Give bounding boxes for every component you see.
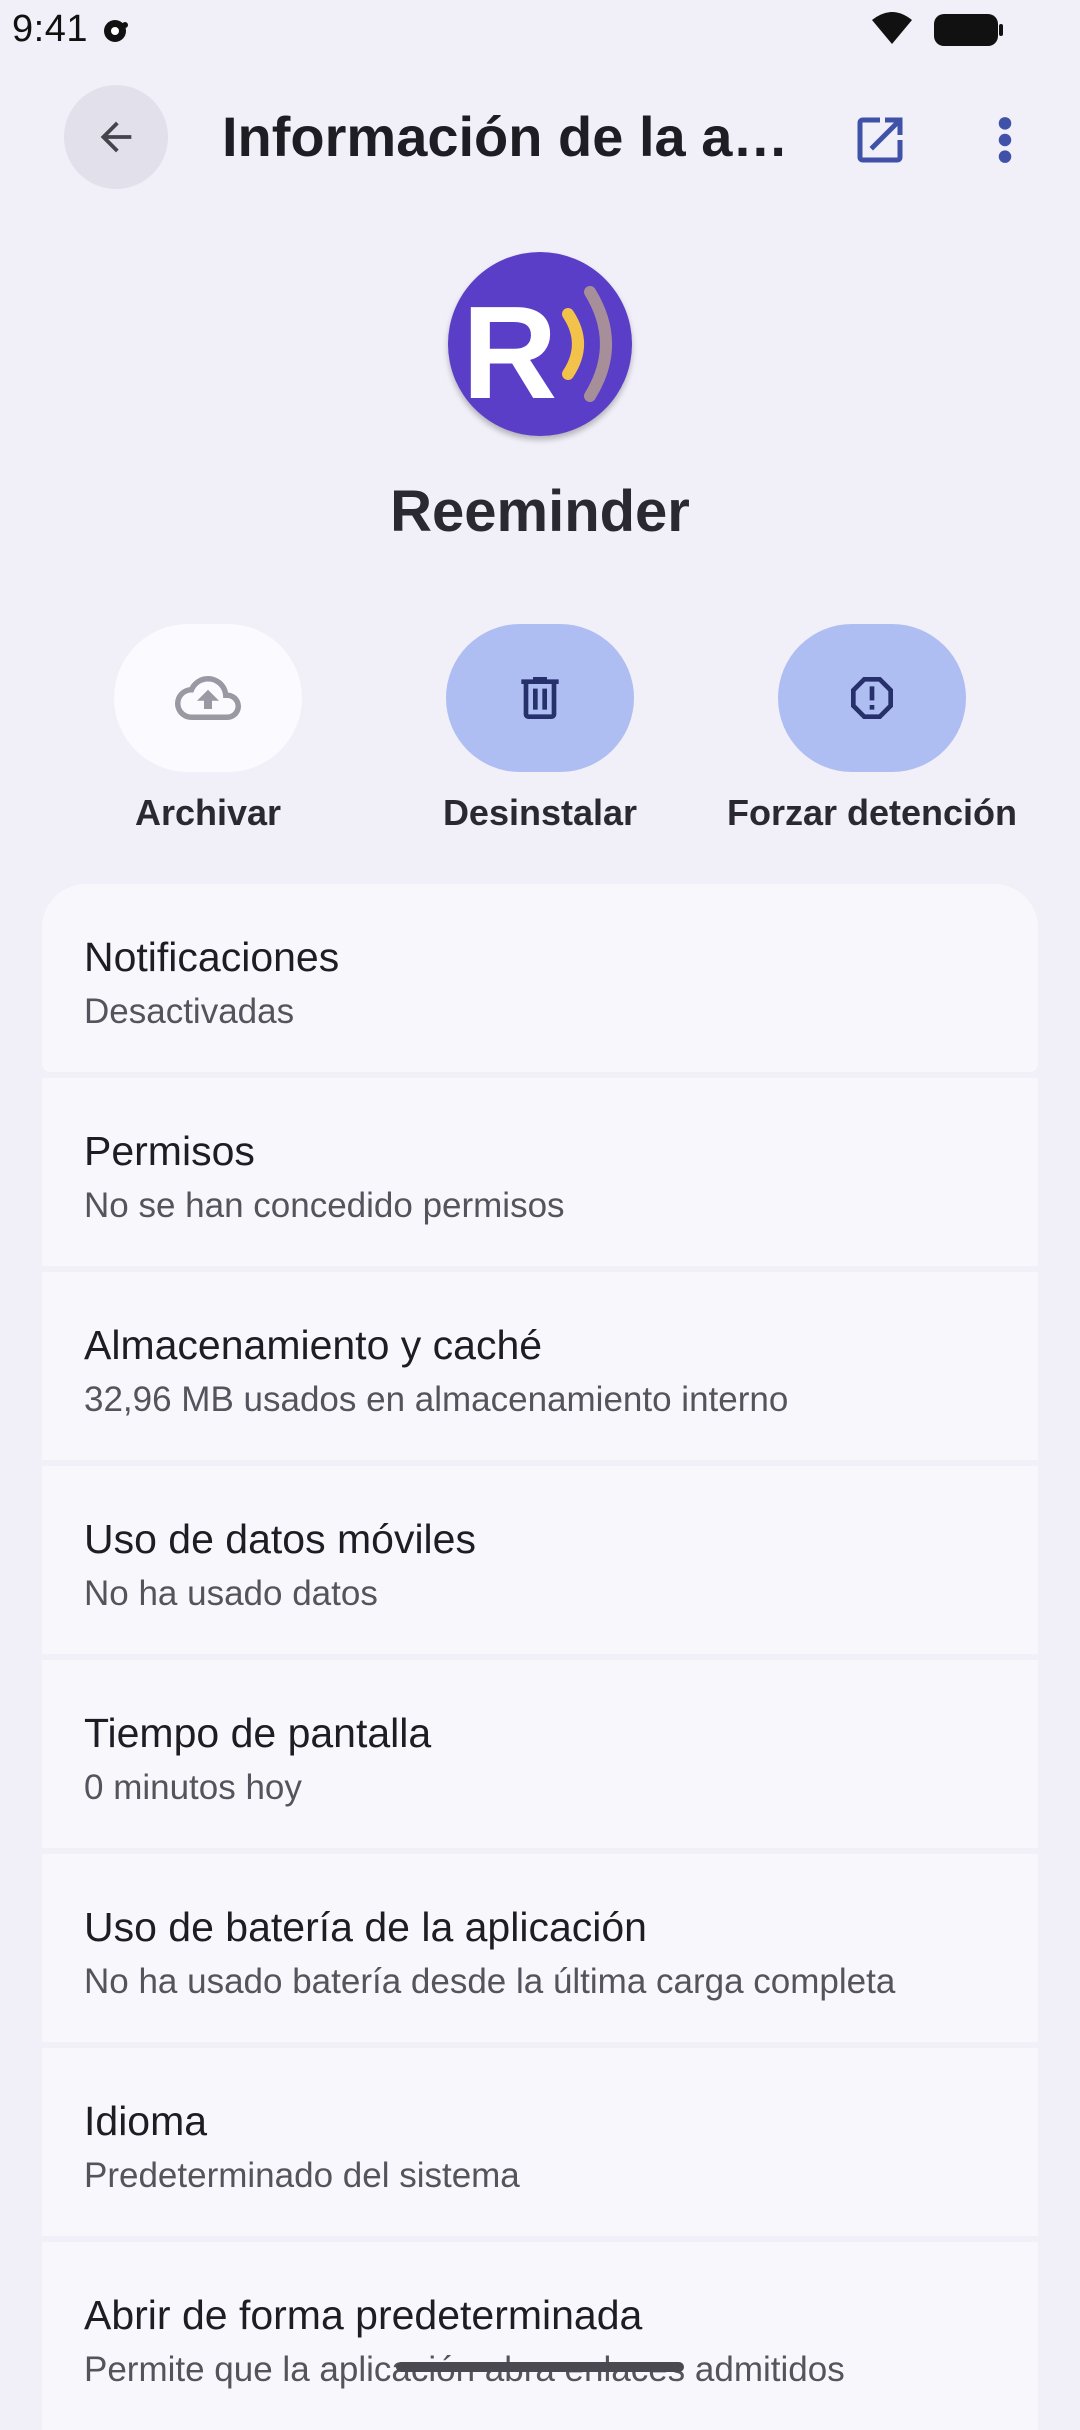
settings-item-notifications[interactable]: Notificaciones Desactivadas bbox=[42, 884, 1038, 1072]
force-stop-label: Forzar detención bbox=[726, 792, 1018, 833]
app-icon: R bbox=[448, 252, 632, 436]
back-button[interactable] bbox=[64, 85, 168, 189]
settings-item-subtitle: Predeterminado del sistema bbox=[84, 2156, 520, 2195]
settings-item-subtitle: No ha usado datos bbox=[84, 1574, 378, 1613]
page-title: Información de la a… bbox=[222, 105, 789, 168]
settings-item-subtitle: No ha usado batería desde la última carg… bbox=[84, 1962, 896, 2001]
settings-item-subtitle: No se han concedido permisos bbox=[84, 1186, 565, 1225]
alert-icon bbox=[851, 677, 893, 719]
settings-item-title: Uso de datos móviles bbox=[84, 1516, 476, 1562]
status-time: 9:41 bbox=[12, 8, 88, 50]
settings-item-mobile-data[interactable]: Uso de datos móviles No ha usado datos bbox=[42, 1466, 1038, 1654]
uninstall-action: Desinstalar bbox=[390, 624, 690, 834]
more-options-button[interactable] bbox=[975, 105, 1035, 175]
archive-label: Archivar bbox=[134, 792, 282, 833]
force-stop-button[interactable] bbox=[778, 624, 966, 772]
battery-icon bbox=[934, 14, 1003, 46]
trash-icon bbox=[521, 677, 559, 719]
settings-item-subtitle: 32,96 MB usados en almacenamiento intern… bbox=[84, 1380, 789, 1419]
open-in-new-icon bbox=[857, 117, 903, 163]
settings-item-battery[interactable]: Uso de batería de la aplicación No ha us… bbox=[42, 1854, 1038, 2042]
open-app-button[interactable] bbox=[845, 105, 915, 175]
settings-item-screen-time[interactable]: Tiempo de pantalla 0 minutos hoy bbox=[42, 1660, 1038, 1848]
sync-notification-icon bbox=[104, 20, 128, 42]
settings-item-title: Idioma bbox=[84, 2098, 208, 2144]
reeminder-logo-icon: R bbox=[462, 279, 612, 426]
settings-item-title: Tiempo de pantalla bbox=[84, 1710, 432, 1756]
gesture-navigation-handle[interactable] bbox=[396, 2362, 684, 2372]
settings-item-open-by-default[interactable]: Abrir de forma predeterminada Permite qu… bbox=[42, 2242, 1038, 2430]
settings-item-permissions[interactable]: Permisos No se han concedido permisos bbox=[42, 1078, 1038, 1266]
wifi-icon bbox=[872, 12, 912, 44]
arrow-back-icon bbox=[100, 121, 132, 153]
settings-item-title: Notificaciones bbox=[84, 934, 340, 980]
force-stop-action: Forzar detención bbox=[722, 624, 1022, 834]
uninstall-label: Desinstalar bbox=[442, 792, 638, 833]
settings-item-storage[interactable]: Almacenamiento y caché 32,96 MB usados e… bbox=[42, 1272, 1038, 1460]
archive-action: Archivar bbox=[58, 624, 358, 834]
more-vert-icon bbox=[998, 117, 1012, 163]
status-bar: 9:41 bbox=[0, 0, 1080, 60]
settings-item-title: Permisos bbox=[84, 1128, 255, 1174]
settings-item-subtitle: Desactivadas bbox=[84, 992, 295, 1031]
app-name: Reeminder bbox=[390, 479, 690, 544]
settings-item-subtitle: 0 minutos hoy bbox=[84, 1768, 302, 1807]
settings-item-title: Uso de batería de la aplicación bbox=[84, 1904, 647, 1950]
settings-item-title: Abrir de forma predeterminada bbox=[84, 2292, 643, 2338]
settings-item-language[interactable]: Idioma Predeterminado del sistema bbox=[42, 2048, 1038, 2236]
settings-item-title: Almacenamiento y caché bbox=[84, 1322, 543, 1368]
cloud-upload-icon bbox=[175, 676, 241, 720]
svg-text:R: R bbox=[462, 279, 557, 426]
top-app-bar: Información de la a… bbox=[0, 80, 1080, 190]
archive-button[interactable] bbox=[114, 624, 302, 772]
uninstall-button[interactable] bbox=[446, 624, 634, 772]
